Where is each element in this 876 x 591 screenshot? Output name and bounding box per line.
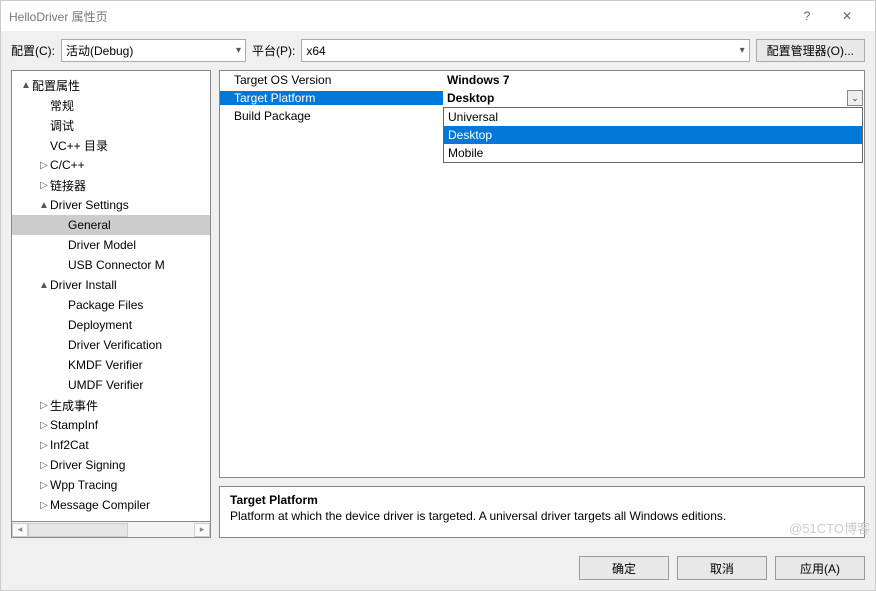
nav-tree[interactable]: ▲配置属性常规调试VC++ 目录▷C/C++▷链接器▲Driver Settin… bbox=[11, 70, 211, 522]
scroll-track[interactable] bbox=[28, 523, 194, 537]
tree-item-label: KMDF Verifier bbox=[68, 358, 143, 372]
chevron-down-icon: ▾ bbox=[740, 45, 745, 56]
tree-item[interactable]: ▷生成事件 bbox=[12, 395, 210, 415]
tree-expander-icon[interactable]: ▷ bbox=[38, 160, 50, 171]
tree-expander-icon[interactable]: ▲ bbox=[38, 200, 50, 211]
dropdown-option[interactable]: Desktop bbox=[444, 126, 862, 144]
config-label: 配置(C): bbox=[11, 42, 55, 59]
tree-item-label: Driver Install bbox=[50, 278, 117, 292]
tree-item[interactable]: 常规 bbox=[12, 95, 210, 115]
target-platform-dropdown[interactable]: UniversalDesktopMobile bbox=[443, 107, 863, 163]
tree-item[interactable]: VC++ 目录 bbox=[12, 135, 210, 155]
tree-item-label: Package Files bbox=[68, 298, 143, 312]
tree-item-label: Driver Signing bbox=[50, 458, 125, 472]
property-label: Build Package bbox=[220, 109, 443, 123]
property-row[interactable]: Target OS VersionWindows 7 bbox=[220, 71, 864, 89]
tree-item[interactable]: ▷Message Compiler bbox=[12, 495, 210, 515]
description-text: Platform at which the device driver is t… bbox=[230, 509, 854, 523]
window-title: HelloDriver 属性页 bbox=[9, 8, 787, 25]
tree-item-label: VC++ 目录 bbox=[50, 137, 108, 154]
tree-item[interactable]: Driver Verification bbox=[12, 335, 210, 355]
tree-item[interactable]: ▲Driver Settings bbox=[12, 195, 210, 215]
tree-item[interactable]: KMDF Verifier bbox=[12, 355, 210, 375]
config-toolbar: 配置(C): 活动(Debug) ▾ 平台(P): x64 ▾ 配置管理器(O)… bbox=[1, 31, 875, 70]
title-bar: HelloDriver 属性页 ? ✕ bbox=[1, 1, 875, 31]
tree-item-label: Inf2Cat bbox=[50, 438, 89, 452]
config-combo-value: 活动(Debug) bbox=[66, 42, 133, 59]
tree-item[interactable]: ▷Inf2Cat bbox=[12, 435, 210, 455]
tree-item-label: Wpp Tracing bbox=[50, 478, 117, 492]
tree-item[interactable]: USB Connector M bbox=[12, 255, 210, 275]
tree-item[interactable]: ▷Wpp Tracing bbox=[12, 475, 210, 495]
property-label: Target Platform bbox=[220, 91, 443, 105]
tree-item[interactable]: Deployment bbox=[12, 315, 210, 335]
config-combo[interactable]: 活动(Debug) ▾ bbox=[61, 39, 246, 62]
tree-item[interactable]: ▷C/C++ bbox=[12, 155, 210, 175]
config-manager-button[interactable]: 配置管理器(O)... bbox=[756, 39, 865, 62]
tree-expander-icon[interactable]: ▷ bbox=[38, 500, 50, 511]
tree-item[interactable]: UMDF Verifier bbox=[12, 375, 210, 395]
description-panel: Target Platform Platform at which the de… bbox=[219, 486, 865, 538]
tree-item-label: General bbox=[68, 218, 111, 232]
platform-combo[interactable]: x64 ▾ bbox=[301, 39, 749, 62]
tree-expander-icon[interactable]: ▷ bbox=[38, 460, 50, 471]
tree-expander-icon[interactable]: ▷ bbox=[38, 400, 50, 411]
tree-item-label: 生成事件 bbox=[50, 397, 98, 414]
tree-expander-icon[interactable]: ▷ bbox=[38, 180, 50, 191]
cancel-button[interactable]: 取消 bbox=[677, 556, 767, 580]
tree-expander-icon[interactable]: ▷ bbox=[38, 480, 50, 491]
scroll-thumb[interactable] bbox=[28, 523, 128, 537]
tree-item[interactable]: ▷链接器 bbox=[12, 175, 210, 195]
tree-item[interactable]: ▷StampInf bbox=[12, 415, 210, 435]
tree-item-label: C/C++ bbox=[50, 158, 85, 172]
tree-item-label: 配置属性 bbox=[32, 77, 80, 94]
platform-label: 平台(P): bbox=[252, 42, 295, 59]
ok-button[interactable]: 确定 bbox=[579, 556, 669, 580]
config-manager-label: 配置管理器(O)... bbox=[767, 42, 854, 59]
property-grid[interactable]: Target OS VersionWindows 7Target Platfor… bbox=[219, 70, 865, 478]
scroll-right-icon[interactable]: ▸ bbox=[194, 523, 210, 537]
apply-button[interactable]: 应用(A) bbox=[775, 556, 865, 580]
tree-item-label: Message Compiler bbox=[50, 498, 150, 512]
dropdown-option[interactable]: Universal bbox=[444, 108, 862, 126]
dropdown-option[interactable]: Mobile bbox=[444, 144, 862, 162]
tree-expander-icon[interactable]: ▷ bbox=[38, 440, 50, 451]
help-icon[interactable]: ? bbox=[787, 9, 827, 23]
tree-item[interactable]: ▲配置属性 bbox=[12, 75, 210, 95]
tree-expander-icon[interactable]: ▲ bbox=[20, 80, 32, 91]
property-label: Target OS Version bbox=[220, 73, 443, 87]
tree-expander-icon[interactable]: ▲ bbox=[38, 280, 50, 291]
tree-item-label: 链接器 bbox=[50, 177, 86, 194]
tree-item-label: StampInf bbox=[50, 418, 98, 432]
tree-item[interactable]: Package Files bbox=[12, 295, 210, 315]
property-value: Windows 7 bbox=[443, 73, 864, 87]
platform-combo-value: x64 bbox=[306, 44, 325, 58]
tree-item[interactable]: 调试 bbox=[12, 115, 210, 135]
description-title: Target Platform bbox=[230, 493, 854, 507]
tree-horizontal-scrollbar[interactable]: ◂ ▸ bbox=[11, 522, 211, 538]
tree-item-label: Driver Settings bbox=[50, 198, 129, 212]
tree-item[interactable]: ▷Driver Signing bbox=[12, 455, 210, 475]
dropdown-button-icon[interactable]: ⌄ bbox=[847, 90, 863, 106]
tree-item-label: 常规 bbox=[50, 97, 74, 114]
tree-item-label: Driver Verification bbox=[68, 338, 162, 352]
chevron-down-icon: ▾ bbox=[236, 45, 241, 56]
tree-item[interactable]: Driver Model bbox=[12, 235, 210, 255]
tree-item[interactable]: General bbox=[12, 215, 210, 235]
tree-item-label: Deployment bbox=[68, 318, 132, 332]
tree-item-label: UMDF Verifier bbox=[68, 378, 143, 392]
tree-item-label: Driver Model bbox=[68, 238, 136, 252]
property-row[interactable]: Target PlatformDesktop⌄ bbox=[220, 89, 864, 107]
dialog-footer: 确定 取消 应用(A) bbox=[1, 546, 875, 590]
tree-expander-icon[interactable]: ▷ bbox=[38, 420, 50, 431]
scroll-left-icon[interactable]: ◂ bbox=[12, 523, 28, 537]
tree-item[interactable]: ▲Driver Install bbox=[12, 275, 210, 295]
property-value: Desktop bbox=[443, 91, 847, 105]
tree-item-label: 调试 bbox=[50, 117, 74, 134]
tree-item-label: USB Connector M bbox=[68, 258, 165, 272]
close-icon[interactable]: ✕ bbox=[827, 9, 867, 23]
